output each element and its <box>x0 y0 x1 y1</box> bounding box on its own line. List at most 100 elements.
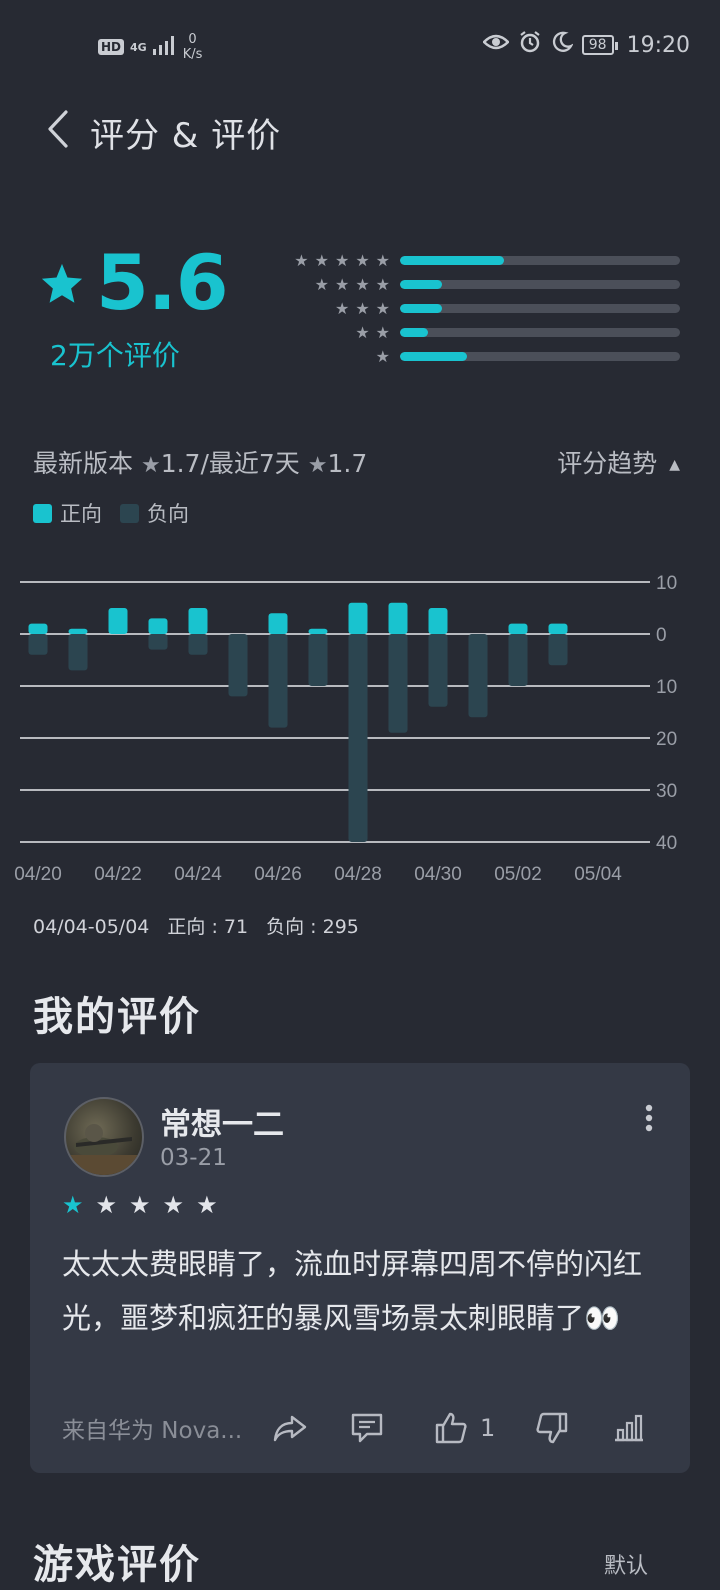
alarm-icon <box>518 30 542 60</box>
net-speed: 0 K/s <box>183 32 203 62</box>
distribution-row-4: ★ ★ ★ ★ <box>258 272 682 296</box>
positive-bar <box>28 623 48 634</box>
negative-bar <box>468 634 488 718</box>
positive-bar <box>148 618 168 634</box>
star-icon: ★ <box>334 250 350 270</box>
comment-button[interactable] <box>350 1412 384 1444</box>
bar-chart-icon <box>615 1414 644 1442</box>
star-icon: ★ <box>355 322 370 342</box>
moon-icon <box>551 31 574 59</box>
game-reviews-heading: 游戏评价 <box>33 1542 201 1588</box>
y-tick-label: 30 <box>656 781 677 802</box>
negative-bar <box>428 634 448 707</box>
battery-indicator: 98 <box>581 35 618 55</box>
sort-dropdown[interactable]: 默认 <box>604 1548 648 1580</box>
y-tick-label: 10 <box>656 677 677 698</box>
distribution-bar-track <box>400 303 680 313</box>
positive-bar <box>68 628 88 634</box>
distribution-row-2: ★ ★ <box>258 320 682 344</box>
distribution-row-1: ★ <box>258 344 682 368</box>
back-button[interactable] <box>44 106 74 152</box>
distribution-stars: ★ ★ ★ ★ ★ <box>258 251 390 270</box>
hd-badge: HD <box>98 39 125 55</box>
x-tick-label: 04/30 <box>414 864 462 885</box>
y-tick-label: 20 <box>656 729 677 750</box>
positive-bar <box>348 602 368 634</box>
negative-swatch <box>120 503 139 523</box>
star-icon: ★ <box>375 274 390 294</box>
rating-trend-toggle[interactable]: 评分趋势 ▲ <box>557 444 680 480</box>
negative-bar <box>228 634 248 697</box>
negative-bar <box>348 634 368 842</box>
legend-positive: 正向 <box>60 502 102 526</box>
my-review-heading: 我的评价 <box>33 994 201 1040</box>
more-options-button[interactable] <box>644 1103 654 1133</box>
distribution-bar-fill <box>400 279 442 289</box>
star-empty-icon: ★ <box>162 1191 185 1219</box>
rating-count: 2万个评价 <box>50 339 180 372</box>
distribution-bar-fill <box>400 351 468 361</box>
status-left: HD 4G 0 K/s <box>98 32 202 62</box>
like-button[interactable]: 1 <box>434 1411 495 1445</box>
review-source: 来自华为 Nova... <box>62 1418 243 1444</box>
star-icon: ★ <box>375 322 390 342</box>
star-icon: ★ <box>375 298 390 318</box>
thumbs-up-icon <box>435 1412 467 1444</box>
star-icon: ★ <box>355 298 370 318</box>
recent-label: 最近7天 <box>208 449 300 478</box>
distribution-bar-track <box>400 351 680 361</box>
rating-score: 5.6 <box>96 238 229 327</box>
negative-bar <box>188 634 208 655</box>
my-review-card: 常想一二 03-21 ★ ★ ★ ★ ★ 太太太费眼睛了，流血时屏幕四周不停的闪红光，噩… <box>30 1063 690 1473</box>
negative-bar <box>388 634 408 733</box>
positive-swatch <box>33 503 52 523</box>
negative-bar <box>28 634 48 655</box>
distribution-bar-fill <box>400 303 442 313</box>
rating-trend-label: 评分趋势 <box>557 449 658 478</box>
legend-negative: 负向 <box>147 502 189 526</box>
star-empty-icon: ★ <box>196 1191 218 1219</box>
star-icon: ★ <box>314 250 329 270</box>
negative-bar <box>68 634 88 671</box>
star-icon: ★ <box>334 274 350 294</box>
negative-bar <box>148 634 168 650</box>
chart-legend: 正向 负向 <box>33 498 189 528</box>
positive-bar <box>188 608 208 634</box>
distribution-row-3: ★ ★ ★ <box>258 296 682 320</box>
negative-bar <box>548 634 568 666</box>
stats-button[interactable] <box>613 1413 645 1443</box>
star-icon: ★ <box>294 250 309 270</box>
x-tick-label: 05/04 <box>574 864 622 885</box>
reviewer-name[interactable]: 常想一二 <box>160 1099 284 1144</box>
review-stars: ★ ★ ★ ★ ★ <box>62 1191 218 1219</box>
dislike-button[interactable] <box>535 1411 569 1445</box>
like-count: 1 <box>480 1414 496 1442</box>
avatar[interactable] <box>64 1097 144 1177</box>
chevron-left-icon <box>48 110 68 148</box>
share-button[interactable] <box>272 1413 308 1443</box>
status-right: 98 19:20 <box>481 30 690 60</box>
chart-summary: 04/04-05/04 正向 : 71 负向 : 295 <box>33 912 371 939</box>
x-tick-label: 04/28 <box>334 864 382 885</box>
star-icon: ★ <box>140 453 161 478</box>
distribution-stars: ★ ★ ★ <box>258 299 390 318</box>
status-bar: HD 4G 0 K/s 98 19:20 <box>0 0 720 88</box>
star-icon: ★ <box>355 250 370 270</box>
distribution-bar-fill <box>400 255 504 265</box>
star-icon: ★ <box>334 298 350 318</box>
latest-version-label: 最新版本 <box>33 449 134 478</box>
negative-bar <box>308 634 328 686</box>
positive-bar <box>508 623 528 634</box>
star-filled-icon: ★ <box>62 1191 84 1219</box>
share-icon <box>273 1415 307 1442</box>
negative-bar <box>508 634 528 686</box>
positive-bar <box>308 628 328 634</box>
distribution-bar-track <box>400 279 680 289</box>
review-actions: 来自华为 Nova... 1 <box>62 1403 662 1453</box>
rating-distribution: ★ ★ ★ ★ ★ ★ ★ ★ ★ ★ ★ ★ ★ ★ ★ <box>258 248 682 368</box>
star-empty-icon: ★ <box>95 1191 118 1219</box>
positive-bar <box>388 602 408 634</box>
x-tick-label: 04/22 <box>94 864 142 885</box>
star-icon <box>40 262 84 308</box>
rating-trend-chart: 10 0 10 20 30 40 04/20 04/22 04/24 04/26 04/28 04/3… <box>14 573 677 885</box>
